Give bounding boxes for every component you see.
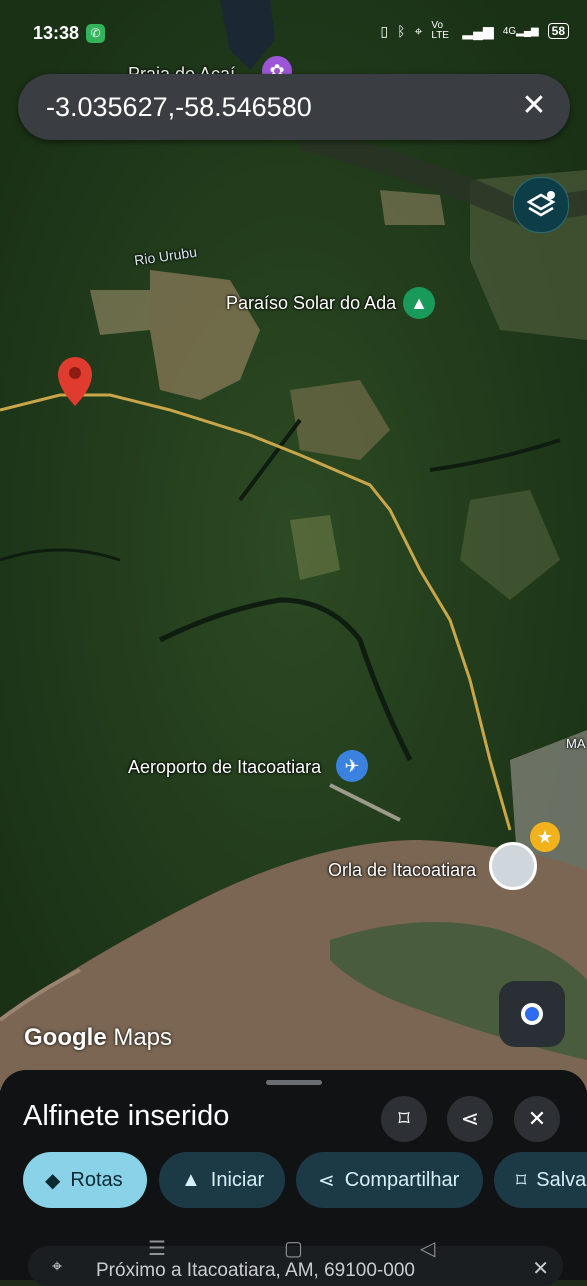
satellite-imagery: [0, 0, 587, 1090]
map-label-airport[interactable]: Aeroporto de Itacoatiara: [128, 757, 321, 778]
map-label-orla[interactable]: Orla de Itacoatiara: [328, 860, 476, 881]
sheet-title: Alfinete inserido: [23, 1100, 230, 1132]
layers-icon: [526, 191, 556, 217]
4g-signal-icon: 4G▂▄▆: [502, 25, 539, 37]
volte-icon: Vo LTE: [431, 20, 449, 41]
location-icon: ⌖: [414, 22, 423, 39]
map-label-paraiso[interactable]: Paraíso Solar do Ada: [226, 293, 396, 314]
directions-button[interactable]: ◆ Rotas: [23, 1152, 147, 1208]
google-maps-logo: Google Maps: [24, 1024, 173, 1051]
share-button[interactable]: ⋖ Compartilhar: [296, 1152, 483, 1208]
airport-icon[interactable]: ✈: [336, 750, 368, 782]
share-icon: ⋖: [318, 1169, 335, 1192]
search-bar[interactable]: -3.035627,-58.546580 ✕: [18, 74, 570, 140]
my-location-icon: [521, 1003, 543, 1025]
vibrate-icon: ▯: [380, 22, 389, 39]
photo-thumbnail-icon[interactable]: [489, 842, 537, 890]
save-icon-button[interactable]: ⌑: [381, 1096, 427, 1142]
park-icon[interactable]: ▲: [403, 287, 435, 319]
save-label: Salvar: [536, 1168, 587, 1191]
share-icon-button[interactable]: ⋖: [447, 1096, 493, 1142]
call-icon: ✆: [86, 24, 105, 43]
home-icon[interactable]: ▢: [284, 1236, 303, 1261]
signal-icon: ▂▄▆: [462, 22, 494, 39]
bookmark-icon: ⌑: [398, 1106, 410, 1131]
layers-button[interactable]: [513, 177, 569, 233]
search-query[interactable]: -3.035627,-58.546580: [46, 92, 312, 123]
battery-icon: 58: [547, 23, 569, 39]
share-label: Compartilhar: [344, 1168, 460, 1191]
status-time: 13:38: [33, 23, 80, 43]
map-view[interactable]: Praia do Açaí ✿ Rio Urubu Paraíso Solar …: [0, 0, 587, 1090]
drag-handle[interactable]: [266, 1080, 322, 1085]
start-button[interactable]: ▲ Iniciar: [159, 1152, 285, 1208]
clear-search-icon[interactable]: ✕: [516, 88, 552, 124]
bluetooth-icon: ᛒ: [397, 23, 406, 39]
system-nav-bar: ☰ ▢ ◁: [0, 1236, 587, 1266]
share-icon: ⋖: [460, 1106, 480, 1131]
status-icons: ▯ ᛒ ⌖ Vo LTE ▂▄▆ 4G▂▄▆ 58: [380, 21, 569, 41]
recent-apps-icon[interactable]: ☰: [148, 1236, 166, 1261]
directions-icon: ◆: [45, 1169, 61, 1192]
save-button[interactable]: ⌑ Salvar: [494, 1152, 587, 1208]
close-icon: ✕: [527, 1106, 547, 1131]
star-icon[interactable]: ★: [530, 822, 560, 852]
navigation-arrow-icon: ▲: [181, 1168, 201, 1191]
directions-label: Rotas: [70, 1168, 123, 1191]
status-bar: 13:38 ✆ ▯ ᛒ ⌖ Vo LTE ▂▄▆ 4G▂▄▆ 58: [0, 0, 587, 66]
my-location-button[interactable]: [499, 981, 565, 1047]
start-label: Iniciar: [210, 1168, 265, 1191]
map-label-edge: MA: [566, 736, 586, 751]
close-sheet-button[interactable]: ✕: [514, 1096, 560, 1142]
bookmark-icon: ⌑: [516, 1169, 527, 1192]
back-icon[interactable]: ◁: [420, 1236, 435, 1261]
